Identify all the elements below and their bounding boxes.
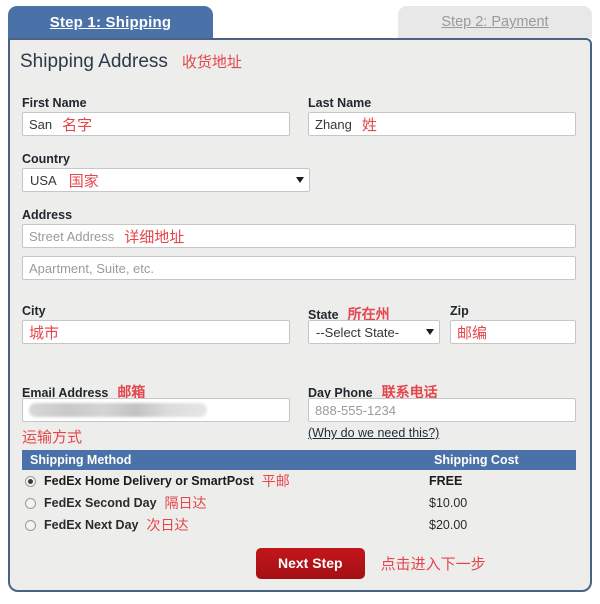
shipping-option-name: FedEx Next Day	[44, 518, 139, 532]
why-do-we-need-this-link[interactable]: (Why do we need this?)	[308, 426, 439, 440]
column-header-cost: Shipping Cost	[434, 453, 519, 467]
state-value: --Select State-	[316, 324, 400, 340]
checkout-steps-tabs: Step 1: Shipping Step 2: Payment	[0, 0, 600, 38]
radio-fedex-next-day[interactable]	[25, 519, 36, 531]
tab-step-2-label: Step 2: Payment	[441, 14, 549, 30]
shipping-form-panel: Shipping Address 收货地址 First Name San 名字 …	[8, 38, 592, 592]
phone-input[interactable]: 888-555-1234	[308, 398, 576, 422]
tab-step-2-payment[interactable]: Step 2: Payment	[398, 6, 592, 38]
country-label-text: Country	[22, 152, 70, 166]
next-step-button[interactable]: Next Step	[256, 548, 365, 579]
column-header-method: Shipping Method	[30, 453, 132, 467]
annotation-shipping-method: 运输方式	[22, 429, 83, 446]
annotation-shipping-option: 次日达	[146, 517, 189, 533]
last-name-label: Last Name	[308, 96, 371, 110]
annotation-city: 城市	[29, 324, 60, 342]
page-title: Shipping Address	[20, 51, 168, 72]
city-input[interactable]: 城市	[22, 320, 290, 344]
shipping-option-row[interactable]: FedEx Second Day 隔日达 $10.00	[22, 492, 576, 514]
apartment-input[interactable]: Apartment, Suite, etc.	[22, 256, 576, 280]
address-label: Address	[22, 208, 72, 222]
first-name-label-text: First Name	[22, 96, 87, 110]
shipping-option-name: FedEx Home Delivery or SmartPost	[44, 474, 254, 488]
section-header: Shipping Address 收货地址	[20, 40, 580, 73]
annotation-last-name: 姓	[361, 116, 377, 134]
street-address-placeholder: Street Address	[29, 228, 115, 244]
address-label-text: Address	[22, 208, 73, 222]
radio-fedex-home-delivery[interactable]	[25, 475, 36, 487]
chevron-down-icon	[296, 177, 304, 183]
annotation-shipping-address: 收货地址	[181, 54, 242, 71]
chevron-down-icon	[426, 329, 434, 335]
email-input[interactable]	[22, 398, 290, 422]
form-footer: Next Step 点击进入下一步	[22, 548, 486, 579]
tab-step-1-label: Step 1: Shipping	[49, 13, 172, 31]
zip-label-text: Zip	[450, 304, 469, 318]
zip-label: Zip	[450, 304, 469, 318]
annotation-first-name: 名字	[62, 116, 93, 134]
state-select[interactable]: --Select State-	[308, 320, 440, 344]
country-label: Country	[22, 152, 70, 166]
city-label: City	[22, 304, 46, 318]
shipping-method-table: Shipping Method Shipping Cost FedEx Home…	[22, 450, 576, 536]
annotation-next-step: 点击进入下一步	[380, 556, 486, 573]
annotation-shipping-option: 隔日达	[164, 495, 207, 511]
last-name-label-text: Last Name	[308, 96, 372, 110]
country-select[interactable]: USA 国家	[22, 168, 310, 192]
radio-fedex-second-day[interactable]	[25, 497, 36, 509]
shipping-option-name: FedEx Second Day	[44, 496, 157, 510]
annotation-zip: 邮编	[457, 324, 488, 342]
city-label-text: City	[22, 304, 46, 318]
first-name-input[interactable]: San 名字	[22, 112, 290, 136]
zip-input[interactable]: 邮编	[450, 320, 576, 344]
first-name-value: San	[29, 116, 53, 132]
shipping-option-cost: $10.00	[429, 496, 468, 510]
apartment-placeholder: Apartment, Suite, etc.	[29, 260, 155, 276]
first-name-label: First Name	[22, 96, 87, 110]
last-name-value: Zhang	[315, 116, 352, 132]
shipping-table-header: Shipping Method Shipping Cost	[22, 450, 576, 470]
street-address-input[interactable]: Street Address 详细地址	[22, 224, 576, 248]
shipping-option-row[interactable]: FedEx Next Day 次日达 $20.00	[22, 514, 576, 536]
last-name-input[interactable]: Zhang 姓	[308, 112, 576, 136]
shipping-option-row[interactable]: FedEx Home Delivery or SmartPost 平邮 FREE	[22, 470, 576, 492]
country-value: USA	[30, 172, 57, 188]
shipping-option-cost: $20.00	[429, 518, 468, 532]
phone-placeholder: 888-555-1234	[315, 402, 396, 418]
annotation-country: 国家	[68, 172, 99, 190]
shipping-option-cost: FREE	[429, 474, 463, 488]
annotation-shipping-option: 平邮	[261, 473, 290, 489]
email-value-redacted	[29, 403, 207, 417]
tab-step-1-shipping[interactable]: Step 1: Shipping	[8, 6, 213, 38]
annotation-street-address: 详细地址	[124, 228, 185, 246]
